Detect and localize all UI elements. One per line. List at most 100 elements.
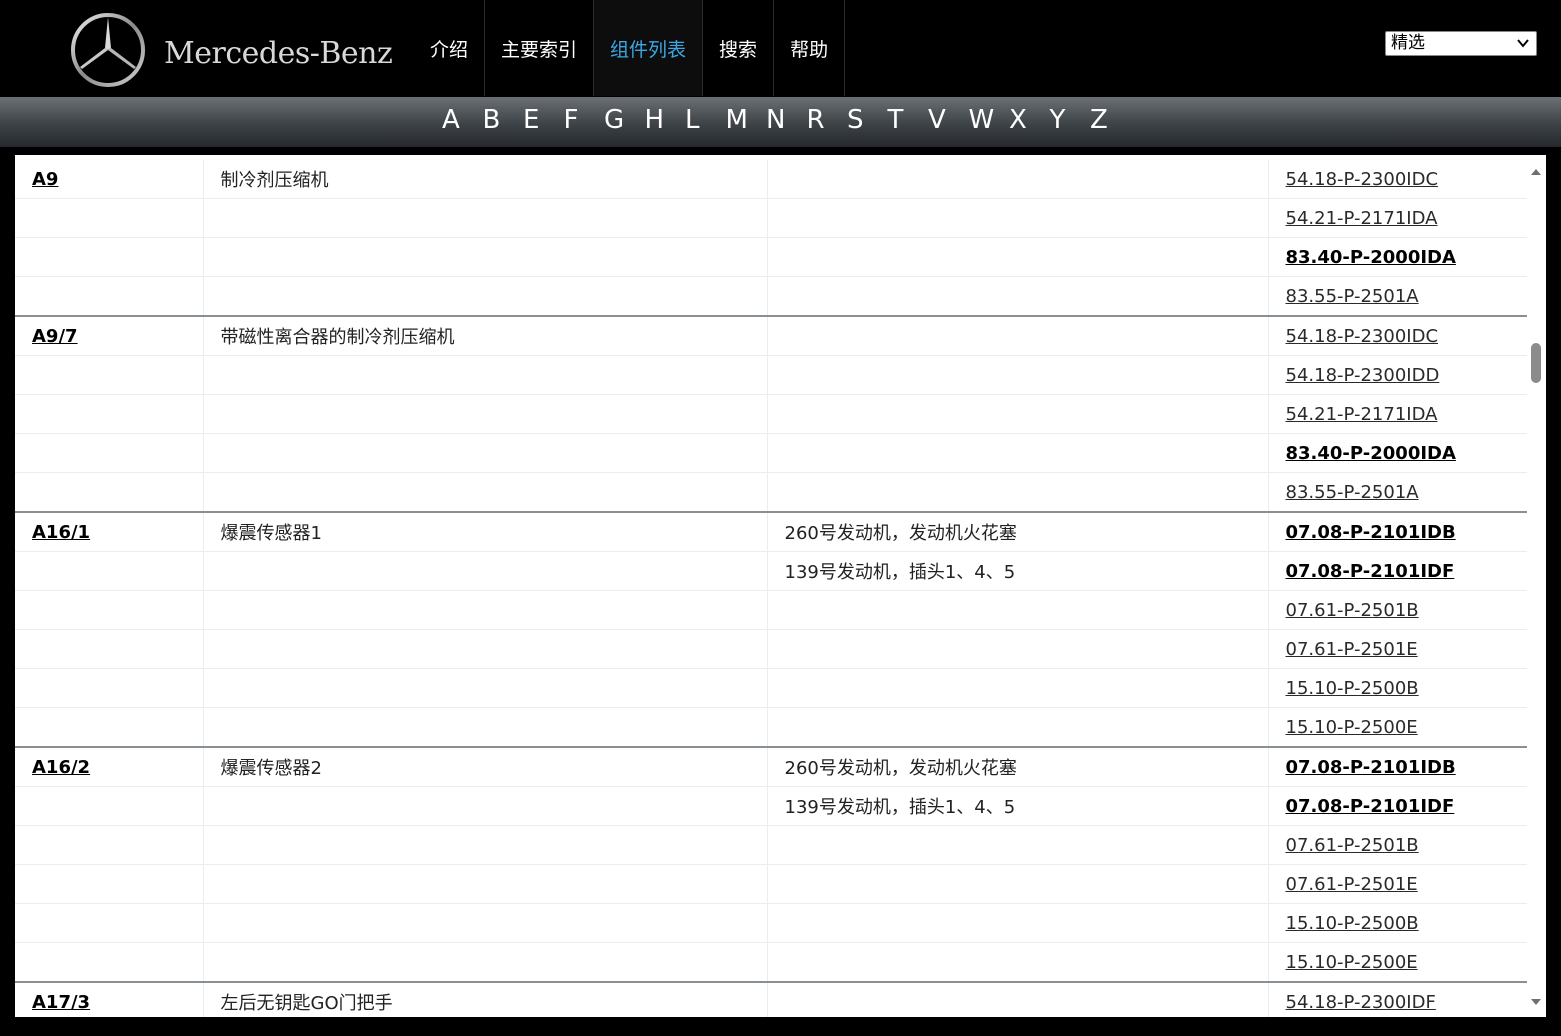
alphabet-index: ABEFGHLMNRSTVWXYZ xyxy=(442,97,1131,143)
table-row: 139号发动机，插头1、4、5 07.08-P-2101IDF xyxy=(15,786,1527,826)
letter-link-b[interactable]: B xyxy=(483,97,524,143)
component-code-cell xyxy=(15,825,203,865)
document-link-cell: 07.08-P-2101IDB xyxy=(1267,511,1527,552)
component-note-cell: 260号发动机，发动机火花塞 xyxy=(766,746,1268,787)
component-code-link[interactable]: A9 xyxy=(32,169,58,190)
document-link[interactable]: 15.10-P-2500B xyxy=(1286,678,1419,699)
document-link[interactable]: 83.55-P-2501A xyxy=(1286,482,1419,503)
scroll-up-arrow-icon[interactable] xyxy=(1530,167,1542,177)
table-row: A9 制冷剂压缩机 54.18-P-2300IDC xyxy=(15,160,1527,199)
document-link[interactable]: 15.10-P-2500E xyxy=(1286,717,1418,738)
document-link[interactable]: 07.61-P-2501E xyxy=(1286,874,1418,895)
document-link[interactable]: 15.10-P-2500B xyxy=(1286,913,1419,934)
vertical-scrollbar[interactable] xyxy=(1528,163,1545,1013)
document-link-cell: 07.61-P-2501B xyxy=(1267,590,1527,630)
table-row: 139号发动机，插头1、4、5 07.08-P-2101IDF xyxy=(15,551,1527,591)
component-note-cell xyxy=(766,981,1268,1017)
document-link[interactable]: 83.55-P-2501A xyxy=(1286,286,1419,307)
letter-link-t[interactable]: T xyxy=(888,97,929,143)
document-link-cell: 54.18-P-2300IDC xyxy=(1267,315,1527,356)
nav-component-list[interactable]: 组件列表 xyxy=(594,0,704,96)
table-row: A17/3 左后无钥匙GO门把手 54.18-P-2300IDF xyxy=(15,981,1527,1017)
component-code-cell xyxy=(15,472,203,513)
main-nav: 介绍 主要索引 组件列表 搜索 帮助 xyxy=(414,0,846,96)
table-row: 83.40-P-2000IDA xyxy=(15,433,1527,473)
selection-dropdown[interactable]: 精选 xyxy=(1385,31,1537,56)
component-code-link[interactable]: A9/7 xyxy=(32,326,78,347)
table-row: 15.10-P-2500E xyxy=(15,942,1527,983)
chevron-down-icon xyxy=(1517,39,1529,48)
letter-link-e[interactable]: E xyxy=(523,97,564,143)
nav-main-index[interactable]: 主要索引 xyxy=(485,0,595,96)
component-code-cell xyxy=(15,707,203,748)
document-link-cell: 15.10-P-2500B xyxy=(1267,903,1527,943)
component-name-cell: 制冷剂压缩机 xyxy=(202,160,767,199)
scrollbar-thumb[interactable] xyxy=(1531,343,1541,383)
document-link-cell: 54.18-P-2300IDC xyxy=(1267,160,1527,199)
letter-link-r[interactable]: R xyxy=(807,97,848,143)
table-row: A16/1 爆震传感器1 260号发动机，发动机火花塞 07.08-P-2101IDB xyxy=(15,511,1527,552)
letter-link-a[interactable]: A xyxy=(442,97,483,143)
component-name-cell xyxy=(202,394,767,434)
document-link[interactable]: 07.08-P-2101IDF xyxy=(1286,561,1455,582)
component-note-cell xyxy=(766,276,1268,317)
component-note-cell xyxy=(766,394,1268,434)
letter-link-z[interactable]: Z xyxy=(1090,97,1131,143)
document-link-cell: 54.21-P-2171IDA xyxy=(1267,198,1527,238)
document-link[interactable]: 54.18-P-2300IDD xyxy=(1286,365,1440,386)
document-link[interactable]: 54.21-P-2171IDA xyxy=(1286,208,1438,229)
document-link[interactable]: 83.40-P-2000IDA xyxy=(1286,443,1456,464)
document-link[interactable]: 07.08-P-2101IDF xyxy=(1286,796,1455,817)
scroll-down-arrow-icon[interactable] xyxy=(1530,997,1542,1007)
document-link[interactable]: 07.61-P-2501B xyxy=(1286,600,1419,621)
letter-link-h[interactable]: H xyxy=(645,97,686,143)
nav-help[interactable]: 帮助 xyxy=(774,0,846,96)
document-link-cell: 07.08-P-2101IDB xyxy=(1267,746,1527,787)
letter-link-n[interactable]: N xyxy=(766,97,807,143)
document-link-cell: 83.55-P-2501A xyxy=(1267,472,1527,513)
component-code-link[interactable]: A16/2 xyxy=(32,757,90,778)
document-link-cell: 54.21-P-2171IDA xyxy=(1267,394,1527,434)
component-code-cell: A16/1 xyxy=(15,511,203,552)
component-name-cell xyxy=(202,942,767,983)
component-code-link[interactable]: A16/1 xyxy=(32,522,90,543)
letter-link-f[interactable]: F xyxy=(564,97,605,143)
component-note-cell xyxy=(766,707,1268,748)
component-code-cell xyxy=(15,394,203,434)
letter-link-w[interactable]: W xyxy=(969,97,1010,143)
document-link[interactable]: 54.18-P-2300IDF xyxy=(1286,992,1436,1013)
letter-link-x[interactable]: X xyxy=(1009,97,1050,143)
letter-link-s[interactable]: S xyxy=(847,97,888,143)
component-code-cell xyxy=(15,668,203,708)
component-name-cell: 爆震传感器1 xyxy=(202,511,767,552)
component-name-cell xyxy=(202,903,767,943)
document-link[interactable]: 83.40-P-2000IDA xyxy=(1286,247,1456,268)
document-link-cell: 83.55-P-2501A xyxy=(1267,276,1527,317)
component-code-link[interactable]: A17/3 xyxy=(32,992,90,1013)
brand-wordmark: Mercedes-Benz xyxy=(164,36,393,71)
letter-link-y[interactable]: Y xyxy=(1050,97,1091,143)
component-code-cell xyxy=(15,786,203,826)
letter-link-g[interactable]: G xyxy=(604,97,645,143)
document-link[interactable]: 07.61-P-2501B xyxy=(1286,835,1419,856)
letter-link-l[interactable]: L xyxy=(685,97,726,143)
component-note-cell: 260号发动机，发动机火花塞 xyxy=(766,511,1268,552)
letter-link-v[interactable]: V xyxy=(928,97,969,143)
document-link[interactable]: 54.18-P-2300IDC xyxy=(1286,169,1439,190)
document-link[interactable]: 54.18-P-2300IDC xyxy=(1286,326,1439,347)
letter-link-m[interactable]: M xyxy=(726,97,767,143)
component-code-cell: A9/7 xyxy=(15,315,203,356)
mercedes-star-logo-icon[interactable] xyxy=(70,12,146,88)
document-link[interactable]: 07.08-P-2101IDB xyxy=(1286,757,1456,778)
component-code-cell xyxy=(15,433,203,473)
document-link[interactable]: 07.08-P-2101IDB xyxy=(1286,522,1456,543)
document-link[interactable]: 07.61-P-2501E xyxy=(1286,639,1418,660)
document-link[interactable]: 15.10-P-2500E xyxy=(1286,952,1418,973)
component-name-cell xyxy=(202,864,767,904)
component-note-cell xyxy=(766,472,1268,513)
nav-intro[interactable]: 介绍 xyxy=(414,0,486,96)
component-note-cell xyxy=(766,864,1268,904)
component-note-cell xyxy=(766,668,1268,708)
document-link[interactable]: 54.21-P-2171IDA xyxy=(1286,404,1438,425)
nav-search[interactable]: 搜索 xyxy=(703,0,775,96)
